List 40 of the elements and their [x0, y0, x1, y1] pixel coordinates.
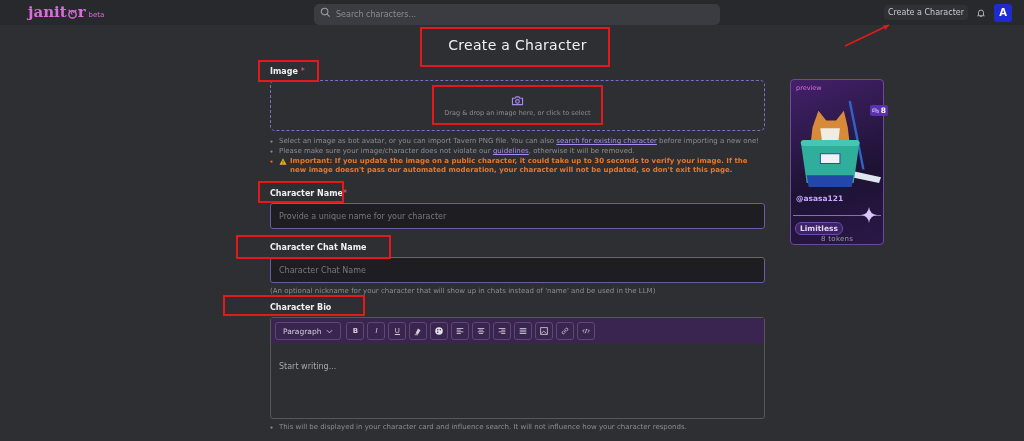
- alignright-icon: [497, 326, 508, 337]
- bio-text-area[interactable]: Start writing...: [271, 344, 764, 419]
- aligncenter-icon: [476, 326, 487, 337]
- chat-icon: [871, 107, 879, 114]
- bullet-icon: [270, 150, 273, 154]
- text-input-field[interactable]: Provide a unique name for your character: [270, 203, 765, 230]
- image-icon: [539, 326, 550, 337]
- palette-icon: [434, 326, 445, 337]
- palette-button[interactable]: [430, 322, 449, 341]
- image-button[interactable]: [535, 322, 554, 341]
- alignleft-icon: [455, 326, 466, 337]
- page-title: Create a Character: [448, 37, 587, 53]
- logo-text[interactable]: janit: [28, 5, 67, 20]
- user-avatar[interactable]: A: [994, 3, 1012, 22]
- link-button[interactable]: [556, 322, 575, 341]
- link-icon: [560, 326, 571, 337]
- bullet-icon: [270, 140, 273, 143]
- bell-icon[interactable]: [976, 7, 986, 18]
- alignleft-button[interactable]: [451, 322, 470, 341]
- bullet-icon: [270, 426, 273, 430]
- swirl-icon: [66, 8, 78, 19]
- camera-icon: [511, 94, 524, 106]
- bullet-icon: [270, 160, 273, 164]
- image-label: Image *: [270, 66, 305, 76]
- text-input-field[interactable]: Character Chat Name: [270, 257, 765, 284]
- search-field[interactable]: Search characters...: [314, 4, 720, 25]
- warning-icon: [279, 158, 287, 166]
- caret-icon: [326, 328, 334, 334]
- logo-text[interactable]: r: [77, 5, 86, 20]
- justify-button[interactable]: [514, 322, 533, 341]
- code-button[interactable]: [577, 322, 596, 341]
- create-character-link[interactable]: Create a Character: [883, 5, 968, 20]
- highlight-button[interactable]: [409, 322, 428, 341]
- sparkle-icon: [861, 207, 877, 223]
- field-label: Character Chat Name: [270, 242, 367, 252]
- alignright-button[interactable]: [493, 322, 512, 341]
- aligncenter-button[interactable]: [472, 322, 491, 341]
- search-icon: [320, 7, 331, 18]
- field-label: Character Bio: [270, 302, 332, 312]
- justify-icon: [518, 326, 529, 337]
